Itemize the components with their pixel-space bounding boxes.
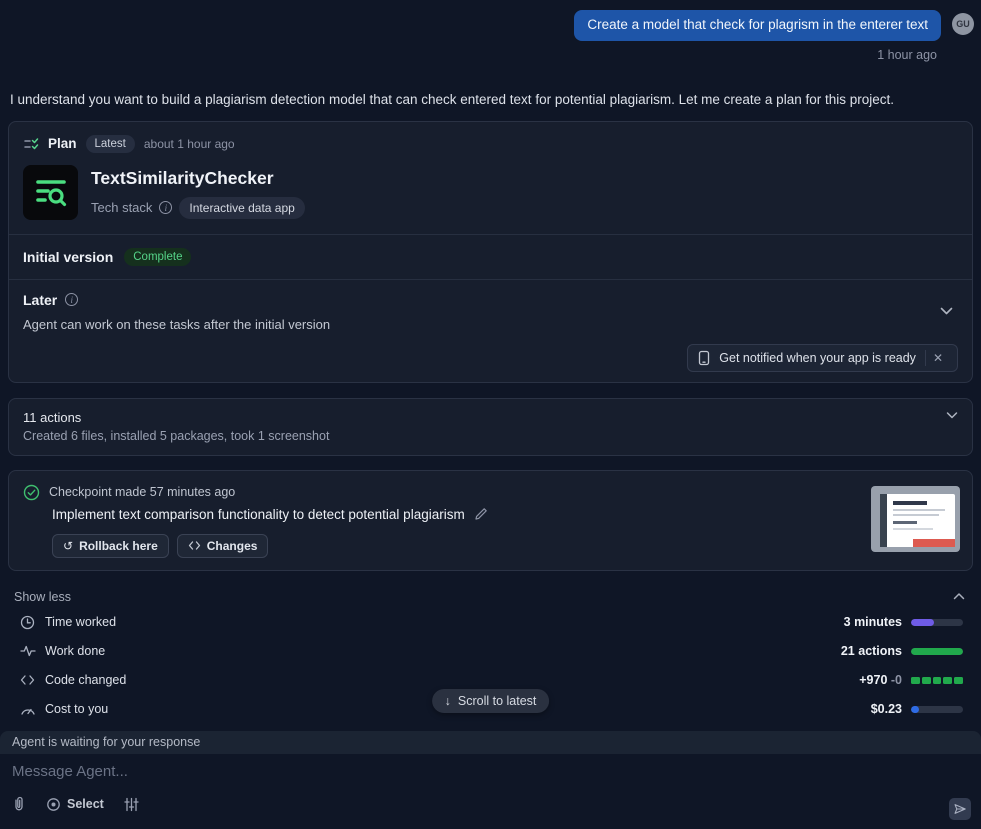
initial-version-label: Initial version xyxy=(23,248,114,265)
plan-checklist-icon xyxy=(23,136,39,152)
later-label: Later xyxy=(23,291,58,308)
show-less-toggle[interactable]: Show less xyxy=(0,583,981,608)
later-description: Agent can work on these tasks after the … xyxy=(23,316,331,332)
complete-badge: Complete xyxy=(124,247,192,266)
phone-icon xyxy=(698,350,710,366)
rollback-icon: ↺ xyxy=(63,538,74,553)
notify-toast[interactable]: Get notified when your app is ready ✕ xyxy=(687,343,958,372)
app-name: TextSimilarityChecker xyxy=(91,167,274,188)
user-message-bubble: Create a model that check for plagrism i… xyxy=(574,10,941,41)
chevron-up-icon[interactable] xyxy=(953,592,965,601)
changes-button[interactable]: Changes xyxy=(176,533,269,558)
actions-summary-card[interactable]: 11 actions Created 6 files, installed 5 … xyxy=(8,397,973,456)
info-icon[interactable]: i xyxy=(65,293,79,307)
send-button[interactable] xyxy=(949,798,971,820)
plan-timestamp: about 1 hour ago xyxy=(143,136,235,151)
arrow-down-icon: ↓ xyxy=(444,694,451,708)
clock-icon xyxy=(20,615,36,630)
stat-value: +970 -0 xyxy=(859,673,902,688)
stat-value: $0.23 xyxy=(870,702,902,717)
stat-value: 21 actions xyxy=(840,644,902,659)
actions-subtitle: Created 6 files, installed 5 packages, t… xyxy=(23,428,330,443)
composer-toolbar: Select xyxy=(0,792,981,820)
edit-pencil-icon[interactable] xyxy=(474,507,488,521)
target-icon xyxy=(46,797,61,812)
checkpoint-made-text: Checkpoint made 57 minutes ago xyxy=(49,485,236,500)
plan-title: Plan xyxy=(48,136,77,152)
agent-intro-text: I understand you want to build a plagiar… xyxy=(10,91,894,107)
chat-top: Create a model that check for plagrism i… xyxy=(0,0,981,62)
text-search-icon xyxy=(23,164,78,220)
activity-icon xyxy=(20,644,36,658)
latest-badge: Latest xyxy=(85,134,135,153)
checkpoint-title: Implement text comparison functionality … xyxy=(52,506,465,522)
stat-value: 3 minutes xyxy=(843,615,902,630)
rollback-button[interactable]: ↺ Rollback here xyxy=(52,533,169,558)
code-icon xyxy=(20,674,36,686)
stat-bar xyxy=(911,647,963,655)
checkpoint-screenshot-thumbnail[interactable] xyxy=(871,485,960,552)
stat-bar xyxy=(911,618,963,626)
stat-label: Code changed xyxy=(45,673,127,688)
stat-label: Work done xyxy=(45,644,106,659)
checkpoint-card: Checkpoint made 57 minutes ago Implement… xyxy=(8,469,973,571)
stat-row: Work done 21 actions xyxy=(0,637,981,666)
stat-row: Time worked 3 minutes xyxy=(0,608,981,637)
agent-status-bar: Agent is waiting for your response xyxy=(0,731,981,754)
gauge-icon xyxy=(20,703,36,715)
tech-stack-label: Tech stack xyxy=(91,200,153,216)
actions-count: 11 actions xyxy=(23,409,82,425)
attach-button[interactable] xyxy=(12,796,26,812)
checkpoint-check-icon xyxy=(23,484,40,501)
composer: Agent is waiting for your response Selec… xyxy=(0,731,981,829)
settings-sliders-button[interactable] xyxy=(124,797,139,812)
user-avatar: GU xyxy=(952,13,974,35)
code-icon xyxy=(188,540,201,551)
close-icon[interactable]: ✕ xyxy=(924,349,950,366)
info-icon[interactable]: i xyxy=(159,201,173,215)
plan-card: Plan Latest about 1 hour ago TextSimilar… xyxy=(8,120,973,383)
stat-bar-segmented xyxy=(911,676,963,684)
stat-label: Cost to you xyxy=(45,702,109,717)
chevron-down-icon[interactable] xyxy=(946,411,958,420)
message-timestamp: 1 hour ago xyxy=(877,47,937,62)
stat-bar xyxy=(911,705,963,713)
tech-stack-badge[interactable]: Interactive data app xyxy=(179,196,305,219)
notify-toast-text: Get notified when your app is ready xyxy=(719,350,916,365)
scroll-to-latest-button[interactable]: ↓ Scroll to latest xyxy=(431,689,550,713)
stat-label: Time worked xyxy=(45,615,117,630)
chevron-down-icon[interactable] xyxy=(940,306,953,316)
select-element-button[interactable]: Select xyxy=(46,797,104,812)
message-input[interactable] xyxy=(12,763,969,789)
